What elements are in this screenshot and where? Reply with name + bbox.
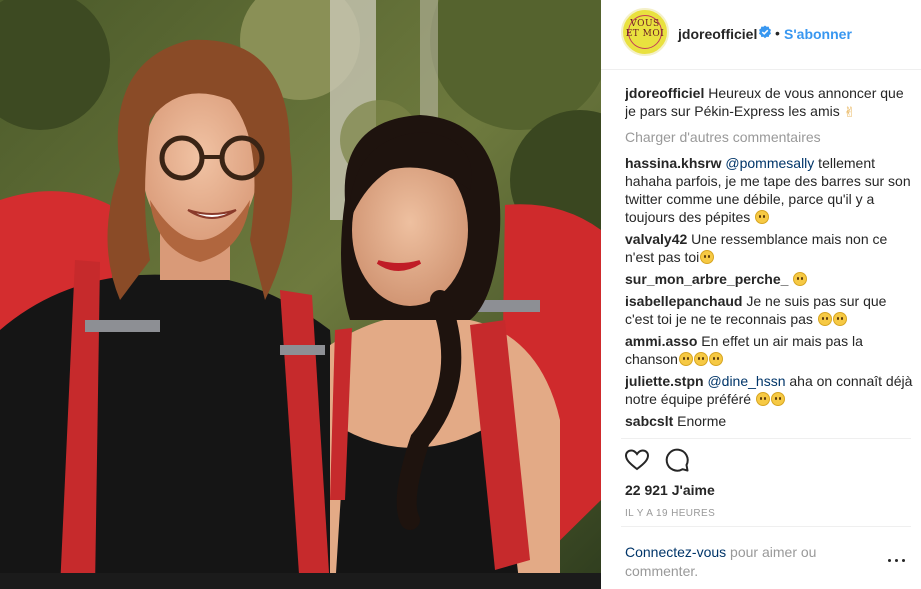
comment-mention[interactable]: @dine_hssn <box>707 373 785 389</box>
login-link[interactable]: Connectez-vous <box>625 544 726 560</box>
comment-text <box>788 271 792 287</box>
post-photo[interactable] <box>0 0 601 589</box>
follow-button[interactable]: S'abonner <box>784 26 852 42</box>
caption-username[interactable]: jdoreofficiel <box>625 85 704 101</box>
comment-username[interactable]: sabcslt <box>625 413 673 429</box>
thinking-emoji-icon <box>693 352 708 366</box>
comment-item: isabellepanchaud Je ne suis pas sur que … <box>625 292 913 328</box>
comment-username[interactable]: ammi.asso <box>625 333 697 349</box>
more-options-icon[interactable] <box>888 556 906 566</box>
comment-item: sabcslt Enorme <box>625 412 913 430</box>
post-username[interactable]: jdoreofficiel <box>678 26 757 42</box>
comment-item: valvaly42 Une ressemblance mais non ce n… <box>625 230 913 266</box>
avatar-logo-text: VOUS ET MOI <box>625 19 665 39</box>
post-timestamp: IL Y A 19 HEURES <box>625 508 716 519</box>
comment-item: hassina.khsrw @pommesally tellement haha… <box>625 154 913 226</box>
comment-text: Enorme <box>673 413 727 429</box>
heart-icon[interactable] <box>623 446 651 474</box>
post-header: VOUS ET MOI jdoreofficiel • S'abonner <box>601 0 921 70</box>
login-prompt: Connectez-vous pour aimer ou commenter. <box>625 543 855 581</box>
laughing-emoji-icon <box>793 272 808 286</box>
verified-badge-icon <box>759 25 771 39</box>
rock-hand-emoji-icon: ✌ <box>843 104 856 120</box>
comment-username[interactable]: isabellepanchaud <box>625 293 742 309</box>
load-more-comments-button[interactable]: Charger d'autres commentaires <box>625 128 913 146</box>
divider <box>621 526 911 527</box>
thinking-emoji-icon <box>678 352 693 366</box>
divider <box>621 438 911 439</box>
comment-username[interactable]: sur_mon_arbre_perche_ <box>625 271 788 287</box>
caption: jdoreofficiel Heureux de vous annoncer q… <box>625 84 913 120</box>
laughing-emoji-icon <box>700 250 715 264</box>
comment-username[interactable]: valvaly42 <box>625 231 687 247</box>
comment-username[interactable]: hassina.khsrw <box>625 155 722 171</box>
avatar[interactable]: VOUS ET MOI <box>621 8 669 56</box>
post-sidebar: VOUS ET MOI jdoreofficiel • S'abonner jd… <box>601 0 921 589</box>
comment-item: ammi.asso En effet un air mais pas la ch… <box>625 332 913 368</box>
likes-count[interactable]: 22 921 J'aime <box>625 482 715 498</box>
rofl-emoji-icon <box>708 352 723 366</box>
comments-list[interactable]: jdoreofficiel Heureux de vous annoncer q… <box>625 84 913 438</box>
post-image <box>0 0 601 589</box>
thinking-emoji-icon <box>832 312 847 326</box>
thinking-emoji-icon <box>817 312 832 326</box>
comment-username[interactable]: juliette.stpn <box>625 373 704 389</box>
grinning-emoji-icon <box>770 392 785 406</box>
comment-bubble-icon[interactable] <box>663 446 691 474</box>
header-separator: • <box>775 25 780 41</box>
laughing-emoji-icon <box>755 392 770 406</box>
comment-item: juliette.stpn @dine_hssn aha on connaît … <box>625 372 913 408</box>
comment-item: sur_mon_arbre_perche_ <box>625 270 913 288</box>
laughing-emoji-icon <box>755 210 770 224</box>
comment-mention[interactable]: @pommesally <box>725 155 814 171</box>
